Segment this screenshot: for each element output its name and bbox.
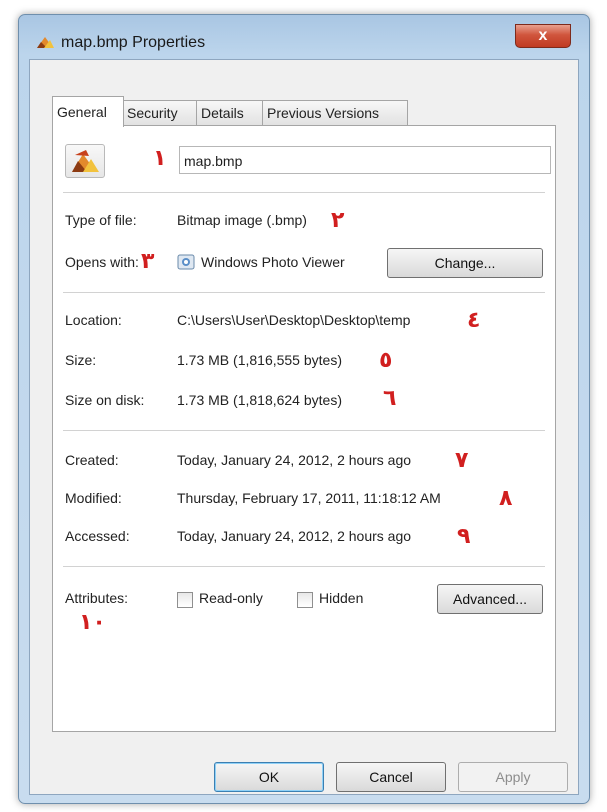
size-on-disk-value: 1.73 MB (1,818,624 bytes) [177, 392, 342, 408]
tab-general[interactable]: General [52, 96, 124, 127]
photo-viewer-icon [177, 254, 195, 270]
divider [63, 192, 545, 193]
opens-with-label: Opens with: [65, 254, 139, 270]
annotation-1: ١ [153, 146, 167, 171]
annotation-9: ٩ [457, 524, 471, 549]
divider [63, 292, 545, 293]
annotation-2: ٢ [331, 208, 345, 233]
ok-button[interactable]: OK [214, 762, 324, 792]
hidden-checkbox[interactable] [297, 592, 313, 608]
modified-value: Thursday, February 17, 2011, 11:18:12 AM [177, 490, 441, 506]
divider [63, 566, 545, 567]
tab-details[interactable]: Details [196, 100, 264, 126]
size-value: 1.73 MB (1,816,555 bytes) [177, 352, 342, 368]
properties-window: map.bmp Properties x General Security De… [18, 14, 590, 804]
accessed-value: Today, January 24, 2012, 2 hours ago [177, 528, 412, 544]
tab-security[interactable]: Security [122, 100, 198, 126]
annotation-5: ٥ [379, 348, 393, 373]
window-title: map.bmp Properties [61, 34, 206, 51]
tab-previous-versions[interactable]: Previous Versions [262, 100, 408, 126]
close-button[interactable]: x [515, 24, 571, 48]
opens-with-value: Windows Photo Viewer [201, 254, 345, 270]
annotation-4: ٤ [467, 308, 481, 333]
annotation-3: ٣ [141, 249, 155, 274]
annotation-6: ٦ [383, 386, 397, 411]
attributes-label: Attributes: [65, 590, 129, 606]
read-only-label: Read-only [199, 590, 263, 606]
dialog-body: General Security Details Previous Versio… [29, 59, 579, 795]
location-label: Location: [65, 312, 122, 328]
accessed-label: Accessed: [65, 528, 130, 544]
title-bar[interactable]: map.bmp Properties x [19, 15, 589, 59]
change-button[interactable]: Change... [387, 248, 543, 278]
hidden-label: Hidden [319, 590, 364, 606]
size-label: Size: [65, 352, 97, 368]
size-on-disk-label: Size on disk: [65, 392, 145, 408]
annotation-8: ٨ [499, 486, 513, 511]
bitmap-file-icon [37, 37, 54, 48]
modified-label: Modified: [65, 490, 122, 506]
file-name-input[interactable]: map.bmp [179, 146, 551, 174]
annotation-10: ١٠ [79, 610, 106, 635]
created-label: Created: [65, 452, 119, 468]
location-value: C:\Users\User\Desktop\Desktop\temp [177, 312, 411, 328]
annotation-7: ٧ [455, 448, 469, 473]
apply-button[interactable]: Apply [458, 762, 568, 792]
general-panel: ١ map.bmp Type of file: Bitmap image (.b… [52, 125, 556, 732]
read-only-checkbox[interactable] [177, 592, 193, 608]
divider [63, 430, 545, 431]
type-of-file-label: Type of file: [65, 212, 137, 228]
file-icon [65, 144, 105, 178]
cancel-button[interactable]: Cancel [336, 762, 446, 792]
type-of-file-value: Bitmap image (.bmp) [177, 212, 307, 228]
advanced-button[interactable]: Advanced... [437, 584, 543, 614]
created-value: Today, January 24, 2012, 2 hours ago [177, 452, 412, 468]
